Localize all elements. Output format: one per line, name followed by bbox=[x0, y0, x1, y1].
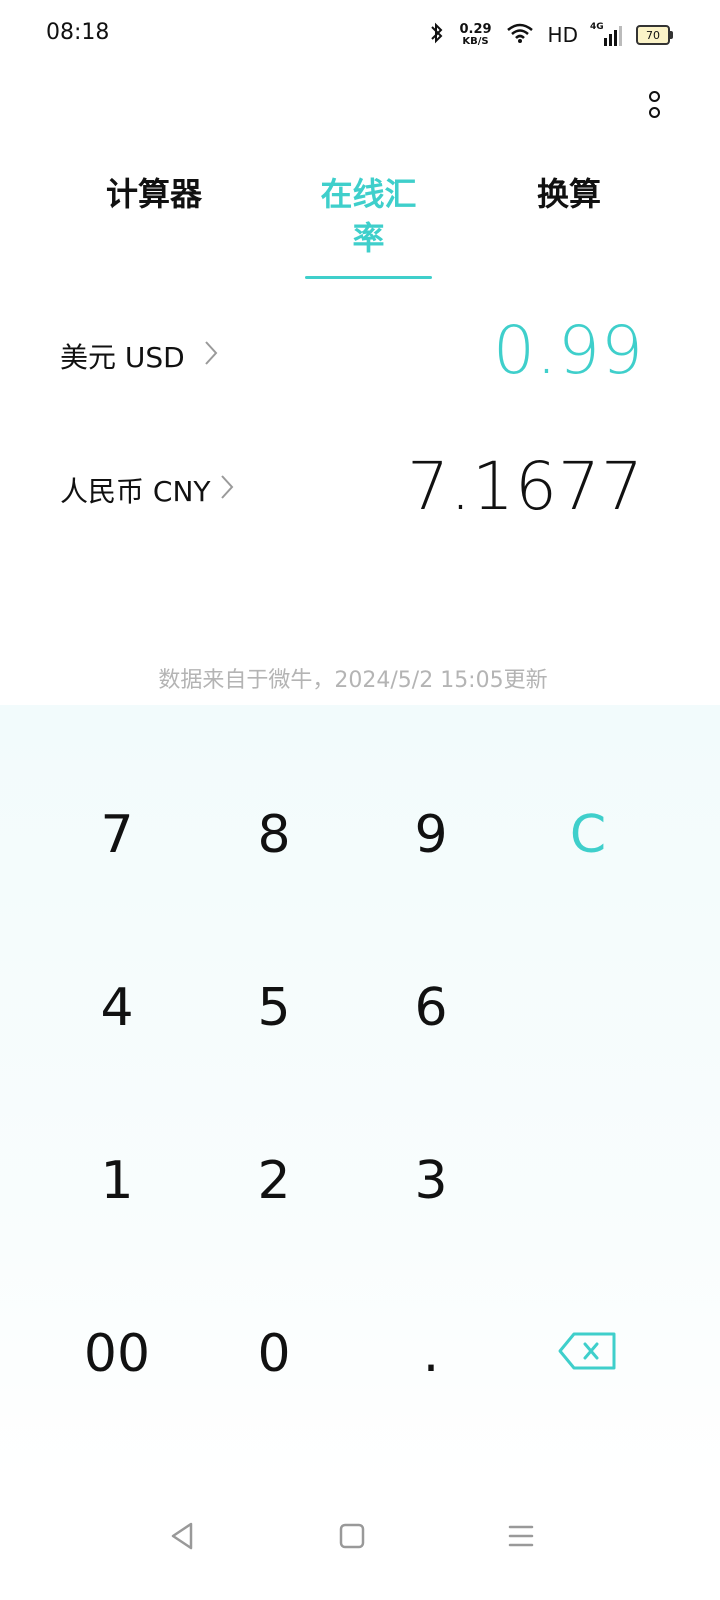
currency-from-label: 美元 USD bbox=[60, 341, 185, 374]
home-square-icon bbox=[339, 1523, 365, 1553]
backspace-button[interactable] bbox=[513, 1279, 663, 1429]
key-1[interactable]: 1 bbox=[42, 1106, 192, 1256]
currency-row-to[interactable]: 人民币 CNY 7.1677 bbox=[60, 436, 660, 546]
key-0[interactable]: 0 bbox=[199, 1279, 349, 1429]
menu-lines-icon bbox=[507, 1523, 535, 1553]
currency-row-from[interactable]: 美元 USD 0.99 bbox=[60, 300, 660, 410]
key-dot[interactable]: . bbox=[356, 1279, 506, 1429]
key-8[interactable]: 8 bbox=[199, 760, 349, 910]
chevron-right-icon bbox=[203, 339, 219, 373]
wifi-icon bbox=[506, 22, 534, 48]
tab-online-rate-label: 在线汇率 bbox=[320, 175, 417, 257]
network-type: 4G bbox=[590, 22, 604, 32]
key-2[interactable]: 2 bbox=[199, 1106, 349, 1256]
nav-back-button[interactable] bbox=[153, 1508, 213, 1568]
nav-recents-button[interactable] bbox=[491, 1508, 551, 1568]
chevron-right-icon bbox=[219, 473, 235, 507]
tab-conversion-label: 换算 bbox=[536, 175, 601, 213]
more-dot-icon bbox=[648, 106, 660, 118]
network-speed-value: 0.29 bbox=[459, 22, 492, 37]
hd-label: HD bbox=[547, 23, 578, 47]
nav-home-button[interactable] bbox=[322, 1508, 382, 1568]
key-9[interactable]: 9 bbox=[356, 760, 506, 910]
signal-icon: 4G bbox=[590, 22, 622, 46]
back-triangle-icon bbox=[169, 1521, 197, 1555]
status-icons: 0.29 KB/S HD 4G 70 bbox=[429, 20, 673, 50]
key-6[interactable]: 6 bbox=[356, 933, 506, 1083]
tab-conversion[interactable]: 换算 bbox=[536, 172, 602, 240]
currency-selector-from[interactable]: 美元 USD bbox=[60, 336, 219, 376]
status-time: 08:18 bbox=[46, 20, 110, 45]
amount-to: 7.1677 bbox=[407, 448, 644, 525]
rate-update-note: 数据来自于微牛，2024/5/2 15:05更新 bbox=[158, 668, 548, 693]
clear-button[interactable]: C bbox=[513, 760, 663, 910]
currency-to-label: 人民币 CNY bbox=[60, 475, 211, 508]
key-7[interactable]: 7 bbox=[42, 760, 192, 910]
tab-calculator[interactable]: 计算器 bbox=[104, 172, 204, 240]
key-5[interactable]: 5 bbox=[199, 933, 349, 1083]
more-dot-icon bbox=[648, 90, 660, 102]
navigation-bar bbox=[0, 1480, 720, 1600]
tab-active-indicator bbox=[305, 276, 432, 279]
tab-online-rate[interactable]: 在线汇率 bbox=[305, 172, 432, 279]
network-speed: 0.29 KB/S bbox=[459, 23, 491, 47]
tab-calculator-label: 计算器 bbox=[105, 175, 202, 213]
battery-level: 70 bbox=[646, 28, 660, 42]
more-options-button[interactable] bbox=[636, 84, 672, 124]
keypad: 7 8 9 C 4 5 6 1 2 3 00 0 . bbox=[0, 705, 720, 1480]
bluetooth-icon bbox=[429, 21, 445, 49]
key-4[interactable]: 4 bbox=[42, 933, 192, 1083]
currency-selector-to[interactable]: 人民币 CNY bbox=[60, 470, 235, 510]
key-3[interactable]: 3 bbox=[356, 1106, 506, 1256]
status-bar: 08:18 0.29 KB/S HD 4G 70 bbox=[0, 0, 720, 70]
amount-from[interactable]: 0.99 bbox=[493, 312, 644, 389]
backspace-icon bbox=[558, 1324, 618, 1384]
network-speed-unit: KB/S bbox=[462, 36, 489, 47]
key-00[interactable]: 00 bbox=[42, 1279, 192, 1429]
battery-icon: 70 bbox=[636, 25, 673, 45]
